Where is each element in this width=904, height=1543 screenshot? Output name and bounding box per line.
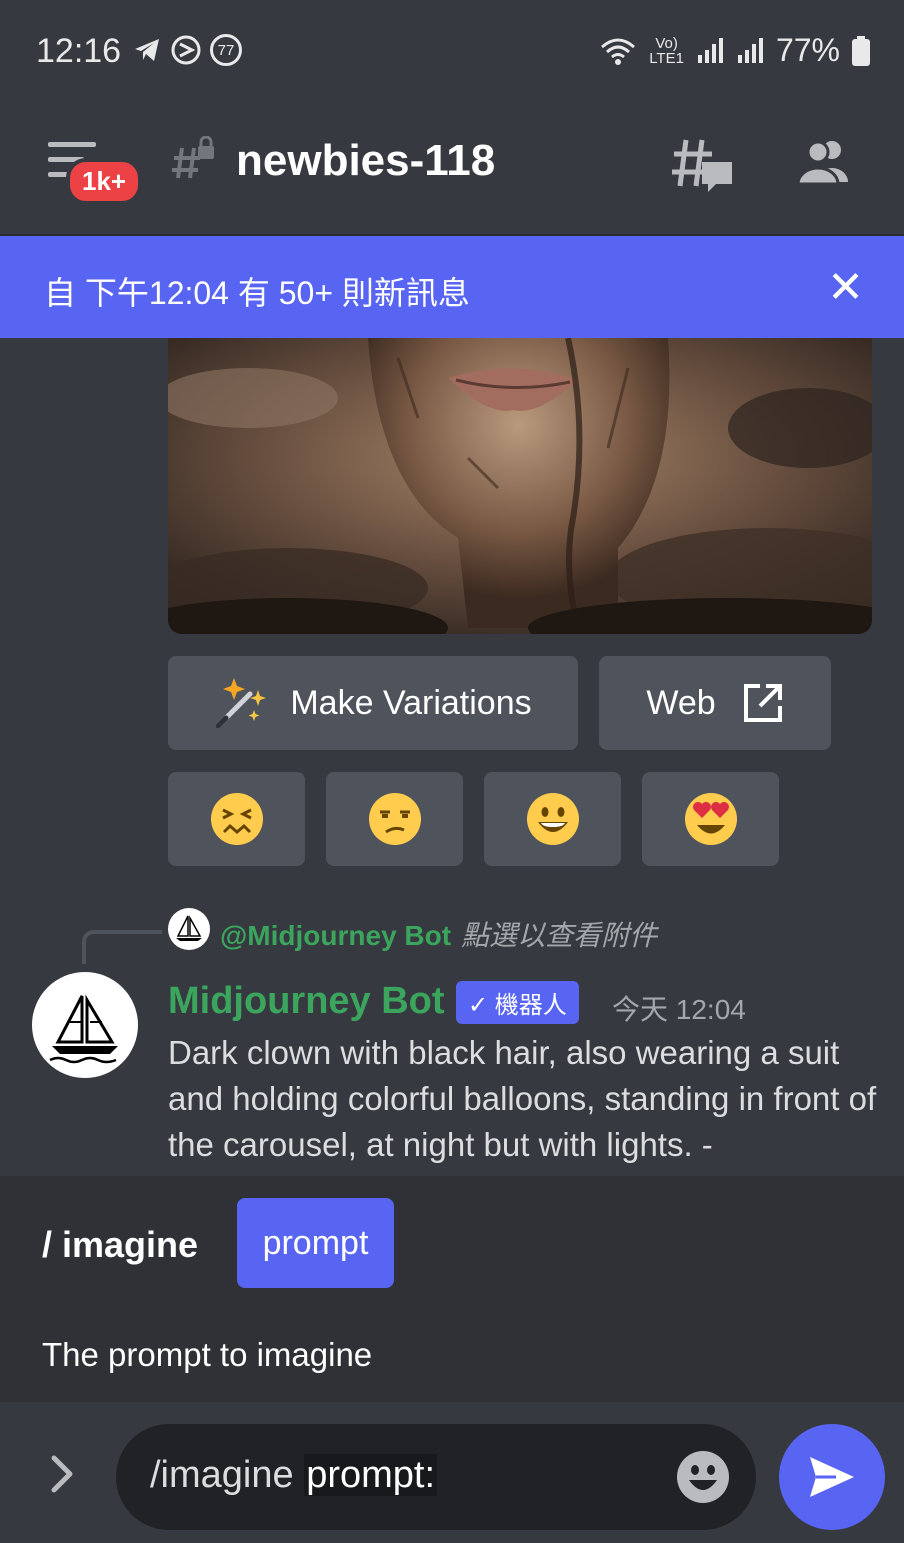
reply-avatar[interactable]: [168, 908, 210, 950]
unamused-face-icon: [368, 793, 421, 845]
reply-author: @Midjourney Bot: [220, 920, 452, 951]
mud-portrait-image: [168, 338, 872, 634]
rating-button-unamused[interactable]: [326, 772, 463, 866]
heart-eyes-face-icon: [684, 793, 737, 845]
members-icon[interactable]: [798, 138, 854, 186]
send-button[interactable]: [779, 1424, 885, 1530]
web-label: Web: [646, 683, 716, 722]
notification-count-icon: 77: [210, 34, 242, 66]
telegram-icon: [135, 39, 159, 61]
option-description: The prompt to imagine: [42, 1336, 373, 1373]
attachment-image[interactable]: [168, 338, 872, 634]
make-variations-label: Make Variations: [290, 683, 532, 722]
channel-title: newbies-118: [236, 136, 496, 185]
threads-icon[interactable]: [672, 136, 734, 194]
battery-icon: [852, 35, 870, 66]
message-author[interactable]: Midjourney Bot: [168, 980, 445, 1023]
status-time: 12:16: [36, 32, 122, 70]
send-icon: [810, 1457, 854, 1497]
confounded-face-icon: [210, 793, 263, 845]
wifi-icon: [601, 38, 636, 65]
status-right: Vo) LTE1 77%: [599, 32, 870, 69]
emoji-picker-icon[interactable]: [676, 1450, 730, 1504]
message-body: Dark clown with black hair, also wearing…: [168, 1034, 877, 1163]
rating-button-tired[interactable]: [168, 772, 305, 866]
message-input-text[interactable]: /imagine prompt:: [150, 1454, 438, 1497]
rating-button-smile[interactable]: [484, 772, 621, 866]
close-icon[interactable]: ✕: [827, 262, 864, 313]
command-name: / imagine: [42, 1224, 199, 1265]
status-left-icons: 77: [132, 34, 242, 66]
web-button[interactable]: Web: [599, 656, 831, 750]
chevron-right-icon[interactable]: [48, 1452, 78, 1507]
make-variations-button[interactable]: Make Variations: [168, 656, 578, 750]
rating-button-love[interactable]: [642, 772, 779, 866]
sailboat-logo-icon: [176, 915, 202, 941]
input-command: /imagine: [150, 1454, 305, 1496]
sync-icon: [171, 35, 201, 65]
bot-badge: ✓ 機器人: [456, 981, 579, 1024]
avatar[interactable]: [32, 972, 138, 1078]
grinning-face-icon: [526, 793, 579, 845]
sailboat-logo-icon: [49, 994, 118, 1064]
message-timestamp: 今天 12:04: [612, 994, 746, 1025]
external-link-icon: [743, 684, 782, 722]
reply-connector: [82, 930, 162, 964]
volte-label: Vo) LTE1: [649, 34, 684, 67]
reply-hint: 點選以查看附件: [461, 920, 658, 951]
unread-badge: 1k+: [66, 158, 143, 205]
reply-reference[interactable]: @Midjourney Bot 點選以查看附件: [220, 914, 657, 954]
private-channel-icon: [172, 136, 214, 179]
new-messages-text[interactable]: 自 下午12:04 有 50+ 則新訊息: [44, 268, 470, 314]
signal-icon: [697, 37, 723, 63]
signal-icon-2: [737, 37, 763, 63]
input-option: prompt:: [304, 1454, 438, 1496]
magic-wand-icon: [215, 678, 267, 729]
battery-percent: 77%: [775, 32, 840, 68]
option-chip-prompt[interactable]: prompt: [237, 1198, 394, 1288]
